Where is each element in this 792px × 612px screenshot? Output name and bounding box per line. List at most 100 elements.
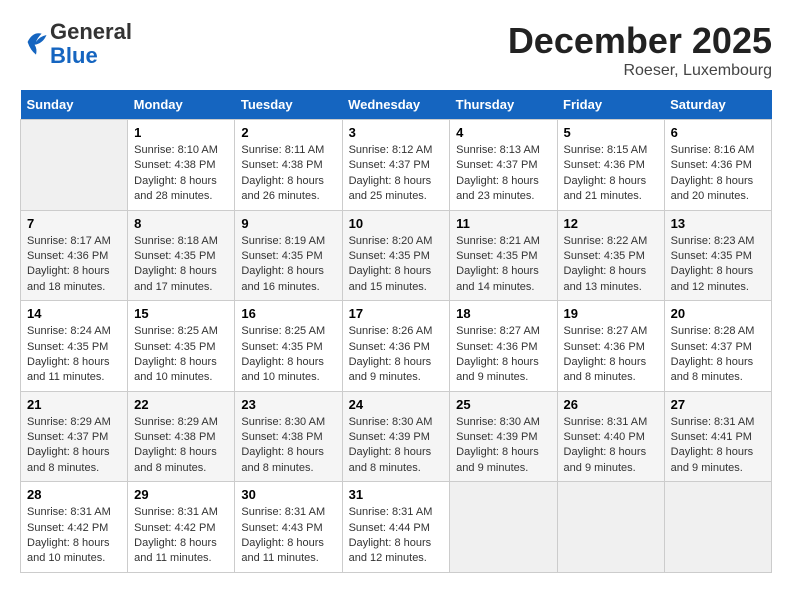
calendar-week-row: 28 Sunrise: 8:31 AMSunset: 4:42 PMDayligh…	[21, 482, 772, 573]
calendar-table: SundayMondayTuesdayWednesdayThursdayFrid…	[20, 90, 772, 573]
day-number: 8	[134, 216, 228, 231]
day-number: 7	[27, 216, 121, 231]
calendar-week-row: 14Sunrise: 8:24 AMSunset: 4:35 PMDayligh…	[21, 301, 772, 392]
day-info: Sunrise: 8:19 AMSunset: 4:35 PMDaylight:…	[241, 234, 335, 296]
day-info: Sunrise: 8:25 AMSunset: 4:35 PMDaylight:…	[134, 324, 228, 386]
calendar-cell: 29 Sunrise: 8:31 AMSunset: 4:42 PMDayligh…	[128, 482, 235, 573]
day-info: Sunrise: 8:29 AMSunset: 4:37 PMDaylight:…	[27, 415, 121, 477]
logo-bird-icon	[22, 28, 50, 56]
calendar-cell: 15Sunrise: 8:25 AMSunset: 4:35 PMDayligh…	[128, 301, 235, 392]
calendar-week-row: 1Sunrise: 8:10 AMSunset: 4:38 PMDaylight…	[21, 120, 772, 211]
calendar-header-monday: Monday	[128, 90, 235, 120]
calendar-cell: 25 Sunrise: 8:30 AMSunset: 4:39 PMDayligh…	[450, 391, 557, 482]
calendar-cell: 19 Sunrise: 8:27 AMSunset: 4:36 PMDayligh…	[557, 301, 664, 392]
day-number: 17	[349, 306, 444, 321]
logo-text: General Blue	[50, 20, 132, 68]
day-number: 23	[241, 397, 335, 412]
day-info: Sunrise: 8:30 AMSunset: 4:38 PMDaylight:…	[241, 415, 335, 477]
calendar-cell: 8Sunrise: 8:18 AMSunset: 4:35 PMDaylight…	[128, 210, 235, 301]
calendar-header-sunday: Sunday	[21, 90, 128, 120]
day-number: 13	[671, 216, 765, 231]
calendar-cell	[450, 482, 557, 573]
calendar-cell: 5Sunrise: 8:15 AMSunset: 4:36 PMDaylight…	[557, 120, 664, 211]
day-number: 19	[564, 306, 658, 321]
calendar-cell: 22 Sunrise: 8:29 AMSunset: 4:38 PMDayligh…	[128, 391, 235, 482]
day-number: 9	[241, 216, 335, 231]
day-number: 6	[671, 125, 765, 140]
calendar-cell: 30 Sunrise: 8:31 AMSunset: 4:43 PMDayligh…	[235, 482, 342, 573]
calendar-week-row: 21Sunrise: 8:29 AMSunset: 4:37 PMDayligh…	[21, 391, 772, 482]
calendar-cell: 1Sunrise: 8:10 AMSunset: 4:38 PMDaylight…	[128, 120, 235, 211]
day-info: Sunrise: 8:16 AMSunset: 4:36 PMDaylight:…	[671, 143, 765, 205]
day-info: Sunrise: 8:12 AMSunset: 4:37 PMDaylight:…	[349, 143, 444, 205]
calendar-header-row: SundayMondayTuesdayWednesdayThursdayFrid…	[21, 90, 772, 120]
calendar-cell	[557, 482, 664, 573]
calendar-cell: 7 Sunrise: 8:17 AMSunset: 4:36 PMDaylight…	[21, 210, 128, 301]
calendar-cell: 23 Sunrise: 8:30 AMSunset: 4:38 PMDayligh…	[235, 391, 342, 482]
day-info: Sunrise: 8:31 AMSunset: 4:42 PMDaylight:…	[27, 505, 121, 567]
day-number: 22	[134, 397, 228, 412]
day-number: 20	[671, 306, 765, 321]
calendar-header-saturday: Saturday	[664, 90, 771, 120]
location-subtitle: Roeser, Luxembourg	[508, 62, 772, 80]
day-info: Sunrise: 8:28 AMSunset: 4:37 PMDaylight:…	[671, 324, 765, 386]
day-info: Sunrise: 8:22 AMSunset: 4:35 PMDaylight:…	[564, 234, 658, 296]
day-number: 12	[564, 216, 658, 231]
day-number: 11	[456, 216, 550, 231]
day-info: Sunrise: 8:31 AMSunset: 4:42 PMDaylight:…	[134, 505, 228, 567]
day-info: Sunrise: 8:30 AMSunset: 4:39 PMDaylight:…	[456, 415, 550, 477]
day-number: 29	[134, 487, 228, 502]
day-number: 30	[241, 487, 335, 502]
day-info: Sunrise: 8:31 AMSunset: 4:40 PMDaylight:…	[564, 415, 658, 477]
calendar-cell: 2Sunrise: 8:11 AMSunset: 4:38 PMDaylight…	[235, 120, 342, 211]
calendar-cell: 6 Sunrise: 8:16 AMSunset: 4:36 PMDaylight…	[664, 120, 771, 211]
calendar-cell: 18 Sunrise: 8:27 AMSunset: 4:36 PMDayligh…	[450, 301, 557, 392]
day-number: 24	[349, 397, 444, 412]
day-info: Sunrise: 8:31 AMSunset: 4:41 PMDaylight:…	[671, 415, 765, 477]
day-info: Sunrise: 8:25 AMSunset: 4:35 PMDaylight:…	[241, 324, 335, 386]
day-info: Sunrise: 8:13 AMSunset: 4:37 PMDaylight:…	[456, 143, 550, 205]
calendar-cell: 17Sunrise: 8:26 AMSunset: 4:36 PMDayligh…	[342, 301, 450, 392]
title-block: December 2025 Roeser, Luxembourg	[508, 20, 772, 80]
page-header: General Blue December 2025 Roeser, Luxem…	[20, 20, 772, 80]
day-info: Sunrise: 8:17 AMSunset: 4:36 PMDaylight:…	[27, 234, 121, 296]
calendar-cell: 21Sunrise: 8:29 AMSunset: 4:37 PMDayligh…	[21, 391, 128, 482]
day-info: Sunrise: 8:21 AMSunset: 4:35 PMDaylight:…	[456, 234, 550, 296]
day-number: 25	[456, 397, 550, 412]
day-number: 2	[241, 125, 335, 140]
calendar-body: 1Sunrise: 8:10 AMSunset: 4:38 PMDaylight…	[21, 120, 772, 573]
day-number: 3	[349, 125, 444, 140]
day-info: Sunrise: 8:27 AMSunset: 4:36 PMDaylight:…	[456, 324, 550, 386]
day-number: 27	[671, 397, 765, 412]
calendar-cell: 26 Sunrise: 8:31 AMSunset: 4:40 PMDayligh…	[557, 391, 664, 482]
calendar-cell: 3 Sunrise: 8:12 AMSunset: 4:37 PMDaylight…	[342, 120, 450, 211]
calendar-cell	[664, 482, 771, 573]
calendar-week-row: 7 Sunrise: 8:17 AMSunset: 4:36 PMDaylight…	[21, 210, 772, 301]
calendar-header-friday: Friday	[557, 90, 664, 120]
day-info: Sunrise: 8:29 AMSunset: 4:38 PMDaylight:…	[134, 415, 228, 477]
calendar-cell: 4 Sunrise: 8:13 AMSunset: 4:37 PMDaylight…	[450, 120, 557, 211]
day-info: Sunrise: 8:10 AMSunset: 4:38 PMDaylight:…	[134, 143, 228, 205]
day-info: Sunrise: 8:15 AMSunset: 4:36 PMDaylight:…	[564, 143, 658, 205]
day-number: 10	[349, 216, 444, 231]
calendar-cell: 27 Sunrise: 8:31 AMSunset: 4:41 PMDayligh…	[664, 391, 771, 482]
calendar-cell: 20 Sunrise: 8:28 AMSunset: 4:37 PMDayligh…	[664, 301, 771, 392]
day-info: Sunrise: 8:31 AMSunset: 4:43 PMDaylight:…	[241, 505, 335, 567]
day-number: 18	[456, 306, 550, 321]
calendar-header-tuesday: Tuesday	[235, 90, 342, 120]
calendar-cell: 14Sunrise: 8:24 AMSunset: 4:35 PMDayligh…	[21, 301, 128, 392]
day-number: 31	[349, 487, 444, 502]
calendar-cell: 11 Sunrise: 8:21 AMSunset: 4:35 PMDayligh…	[450, 210, 557, 301]
month-title: December 2025	[508, 20, 772, 62]
calendar-cell: 9 Sunrise: 8:19 AMSunset: 4:35 PMDaylight…	[235, 210, 342, 301]
calendar-header-thursday: Thursday	[450, 90, 557, 120]
day-info: Sunrise: 8:31 AMSunset: 4:44 PMDaylight:…	[349, 505, 444, 567]
calendar-cell	[21, 120, 128, 211]
day-info: Sunrise: 8:27 AMSunset: 4:36 PMDaylight:…	[564, 324, 658, 386]
day-number: 26	[564, 397, 658, 412]
day-number: 4	[456, 125, 550, 140]
day-number: 28	[27, 487, 121, 502]
calendar-cell: 10Sunrise: 8:20 AMSunset: 4:35 PMDayligh…	[342, 210, 450, 301]
day-info: Sunrise: 8:23 AMSunset: 4:35 PMDaylight:…	[671, 234, 765, 296]
day-info: Sunrise: 8:24 AMSunset: 4:35 PMDaylight:…	[27, 324, 121, 386]
